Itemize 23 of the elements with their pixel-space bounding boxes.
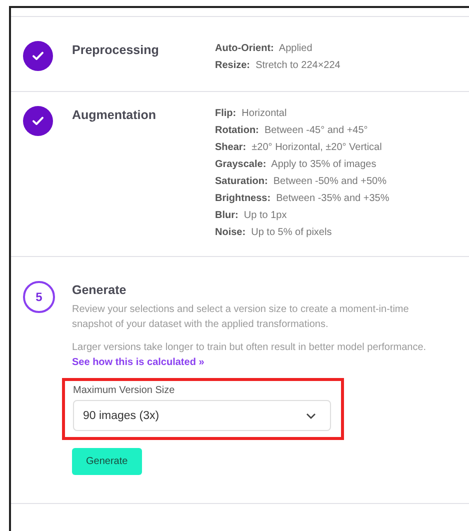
detail-line: Brightness: Between -35% and +35% <box>215 193 390 204</box>
step-title: Augmentation <box>72 107 158 124</box>
step-title: Preprocessing <box>72 42 160 59</box>
chevron-down-icon <box>306 412 316 418</box>
detail-line: Grayscale: Apply to 35% of images <box>215 159 378 170</box>
detail-line: Noise: Up to 5% of pixels <box>215 227 333 238</box>
detail-line: Saturation: Between -50% and +50% <box>215 176 388 187</box>
check-icon <box>23 41 53 71</box>
detail-line: Auto-Orient: Applied <box>215 43 314 54</box>
step-number: 5 <box>23 281 55 313</box>
detail-line: Rotation: Between -45° and +45° <box>215 125 369 136</box>
calculation-link[interactable]: See how this is calculated » <box>72 357 204 368</box>
check-icon <box>23 106 53 136</box>
detail-line: Shear: ±20° Horizontal, ±20° Vertical <box>215 142 383 153</box>
detail-line: Blur: Up to 1px <box>215 210 288 221</box>
note-text: Larger versions take longer to train but often result in better model performance. <box>72 342 426 353</box>
description-text: Review your selections and select a version size to create a moment-in-time snapshot of your dataset with the applied transformations. <box>72 303 410 332</box>
field-label: Maximum Version Size <box>73 385 176 396</box>
detail-line: Resize: Stretch to 224×224 <box>215 60 340 71</box>
detail-line: Flip: Horizontal <box>215 108 288 119</box>
version-size-dropdown[interactable]: 90 images (3x) <box>73 400 331 431</box>
generate-button[interactable]: Generate <box>72 448 142 475</box>
step-title: Generate <box>72 282 128 297</box>
